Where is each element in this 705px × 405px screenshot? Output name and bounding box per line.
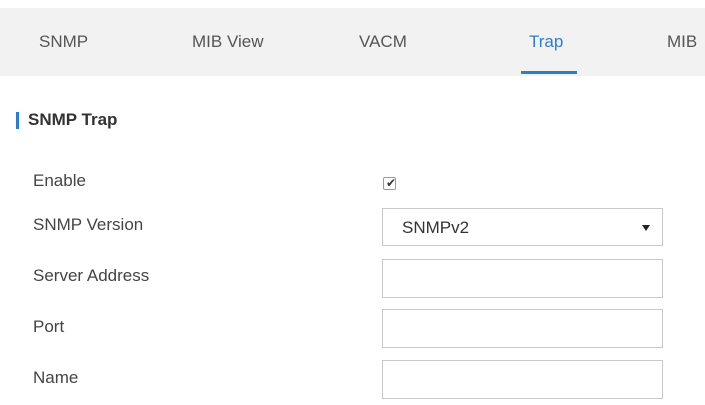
caret-down-icon [642,225,650,231]
tab-mib[interactable]: MIB [667,32,697,52]
port-input[interactable] [382,309,663,348]
checkmark-icon: ✔ [386,176,397,190]
enable-label: Enable [33,171,86,190]
snmp-version-select[interactable]: SNMPv2 [382,208,663,246]
tab-mib-view[interactable]: MIB View [192,32,264,52]
snmp-version-value: SNMPv2 [402,218,470,237]
name-label: Name [33,368,79,387]
tab-bar: SNMP MIB View VACM Trap MIB [0,8,705,76]
port-label: Port [33,317,65,336]
tab-trap[interactable]: Trap [529,32,563,52]
tab-snmp[interactable]: SNMP [39,32,88,52]
server-address-input[interactable] [382,259,663,298]
active-tab-indicator [521,71,577,74]
snmp-version-label: SNMP Version [33,215,144,234]
enable-checkbox[interactable]: ✔ [383,176,397,190]
snmp-trap-page: SNMP MIB View VACM Trap MIB SNMP Trap En… [0,0,705,405]
section-accent-bar [16,112,19,129]
section-title: SNMP Trap [28,110,118,129]
name-input[interactable] [382,360,663,399]
tab-vacm[interactable]: VACM [359,32,407,52]
server-address-label: Server Address [33,266,150,285]
